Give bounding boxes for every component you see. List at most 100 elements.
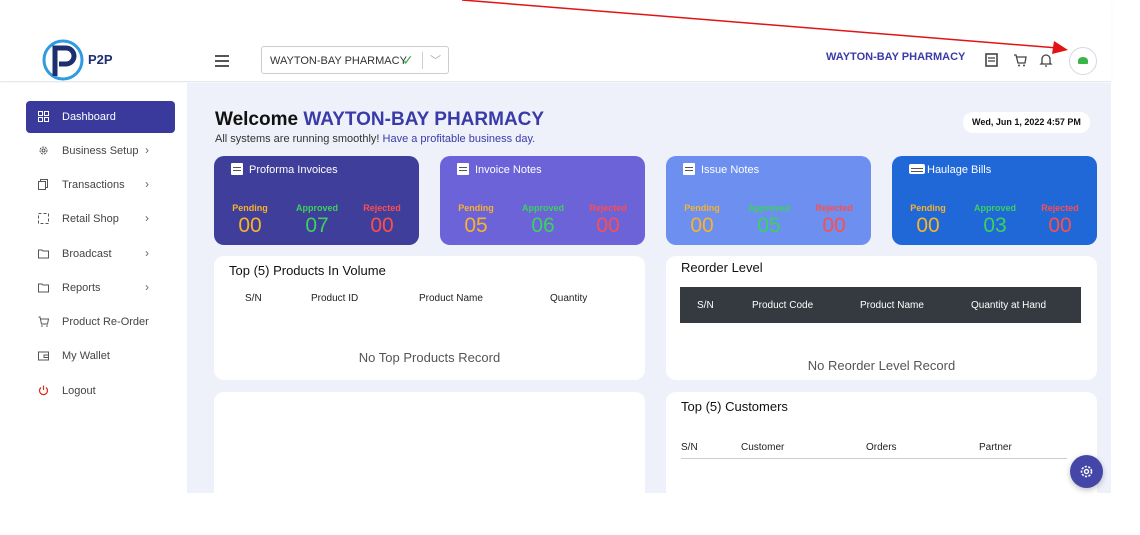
stat-label: Approved	[295, 203, 338, 213]
stat-pending: Pending 00	[672, 203, 732, 238]
stat-value: 00	[596, 214, 620, 237]
copy-icon	[38, 179, 48, 190]
panel-title: Top (5) Customers	[681, 399, 788, 414]
sidebar-item-reports[interactable]: Reports ›	[26, 272, 175, 304]
stat-value: 05	[464, 214, 488, 237]
sidebar-item-label: Retail Shop	[62, 213, 119, 225]
stat-value: 06	[531, 214, 555, 237]
sidebar-item-retail-shop[interactable]: Retail Shop ›	[26, 203, 175, 235]
sidebar-item-broadcast[interactable]: Broadcast ›	[26, 238, 175, 270]
bell-icon[interactable]	[1039, 53, 1053, 67]
gear-icon	[1080, 465, 1093, 478]
table-header: Product Name	[860, 300, 924, 311]
page-title: Welcome WAYTON-BAY PHARMACY	[215, 109, 544, 131]
sidebar-item-label: Business Setup	[62, 145, 139, 157]
stat-label: Rejected	[589, 203, 627, 213]
stat-rejected: Rejected 00	[578, 203, 638, 238]
stat-value: 03	[983, 214, 1007, 237]
sidebar-item-label: Dashboard	[62, 111, 116, 123]
table-header: Quantity	[550, 293, 588, 304]
reorder-table-header: S/N Product Code Product Name Quantity a…	[680, 287, 1081, 323]
sidebar-item-transactions[interactable]: Transactions ›	[26, 169, 175, 201]
main-content: Welcome WAYTON-BAY PHARMACY All systems …	[187, 83, 1111, 502]
empty-state: No Top Products Record	[358, 350, 501, 365]
sidebar-item-logout[interactable]: Logout	[26, 375, 175, 407]
branch-select[interactable]: WAYTON-BAY PHARMACY ✓ ﹀	[261, 46, 449, 74]
stat-value: 00	[1048, 214, 1072, 237]
user-avatar[interactable]	[1069, 47, 1097, 75]
logo-text: P2P	[88, 52, 113, 67]
folder-icon	[38, 283, 49, 293]
stat-pending: Pending 00	[220, 203, 280, 238]
truck-icon	[909, 164, 925, 174]
app-window: P2P WAYTON-BAY PHARMACY ✓ ﹀ WAYTON-BAY P…	[0, 0, 1140, 535]
chevron-down-icon[interactable]: ﹀	[430, 52, 441, 68]
stat-value: 00	[690, 214, 714, 237]
sidebar-item-label: Transactions	[62, 179, 125, 191]
sidebar-item-label: Broadcast	[62, 248, 112, 260]
top-header: P2P WAYTON-BAY PHARMACY ✓ ﹀ WAYTON-BAY P…	[0, 0, 1111, 82]
sidebar-item-business-setup[interactable]: Business Setup ›	[26, 135, 175, 167]
stat-label: Rejected	[363, 203, 401, 213]
sidebar-item-my-wallet[interactable]: My Wallet	[26, 340, 175, 372]
document-icon	[683, 163, 695, 175]
grid-icon	[38, 111, 49, 122]
header-company-name: WAYTON-BAY PHARMACY	[826, 51, 966, 63]
card-proforma-invoices[interactable]: Proforma Invoices Pending 00 Approved 07…	[214, 156, 419, 245]
list-icon[interactable]	[985, 53, 999, 67]
bracket-icon	[38, 213, 49, 224]
sidebar-item-product-reorder[interactable]: Product Re-Order	[26, 306, 175, 338]
table-header: Product ID	[311, 293, 359, 304]
stat-label: Pending	[458, 203, 494, 213]
top-customers-panel: Top (5) Customers S/N Customer Orders Pa…	[666, 392, 1097, 502]
cart-icon	[38, 316, 49, 327]
stat-approved: Approved 06	[513, 203, 573, 238]
card-title: Invoice Notes	[475, 164, 542, 176]
cart-icon[interactable]	[1013, 53, 1027, 67]
stat-label: Approved	[973, 203, 1016, 213]
sidebar: Dashboard Business Setup › Transactions …	[0, 83, 187, 493]
power-icon	[38, 385, 49, 396]
stat-approved: Approved 07	[287, 203, 347, 238]
p2p-logo[interactable]	[42, 38, 86, 82]
stat-label: Approved	[747, 203, 790, 213]
blank-panel	[214, 392, 645, 502]
card-issue-notes[interactable]: Issue Notes Pending 00 Approved 05 Rejec…	[666, 156, 871, 245]
chevron-right-icon: ›	[145, 211, 149, 225]
stat-label: Pending	[684, 203, 720, 213]
stat-approved: Approved 03	[965, 203, 1025, 238]
stat-value: 00	[916, 214, 940, 237]
stat-rejected: Rejected 00	[352, 203, 412, 238]
chevron-right-icon: ›	[145, 280, 149, 294]
table-header: Quantity at Hand	[971, 300, 1047, 311]
stat-value: 00	[370, 214, 394, 237]
card-title: Issue Notes	[701, 164, 760, 176]
top-products-panel: Top (5) Products In Volume S/N Product I…	[214, 256, 645, 380]
chevron-right-icon: ›	[145, 143, 149, 157]
datetime-badge: Wed, Jun 1, 2022 4:57 PM	[963, 112, 1090, 133]
stat-rejected: Rejected 00	[804, 203, 864, 238]
panel-title: Top (5) Products In Volume	[229, 263, 386, 278]
chevron-right-icon: ›	[145, 177, 149, 191]
document-icon	[457, 163, 469, 175]
sidebar-item-label: Reports	[62, 282, 101, 294]
folder-icon	[38, 249, 49, 259]
hamburger-menu-icon[interactable]	[215, 55, 229, 67]
stat-value: 00	[238, 214, 262, 237]
table-header: S/N	[245, 293, 262, 304]
card-title: Proforma Invoices	[249, 164, 338, 176]
stat-label: Rejected	[1041, 203, 1079, 213]
table-header: Partner	[979, 442, 1012, 453]
stat-approved: Approved 05	[739, 203, 799, 238]
table-header: Orders	[866, 442, 897, 453]
welcome-prefix: Welcome	[215, 109, 299, 130]
card-haulage-bills[interactable]: Haulage Bills Pending 00 Approved 03 Rej…	[892, 156, 1097, 245]
card-invoice-notes[interactable]: Invoice Notes Pending 05 Approved 06 Rej…	[440, 156, 645, 245]
sidebar-item-dashboard[interactable]: Dashboard	[26, 101, 175, 133]
stat-value: 07	[305, 214, 329, 237]
empty-state: No Reorder Level Record	[807, 358, 956, 373]
settings-fab-button[interactable]	[1070, 455, 1103, 488]
stat-pending: Pending 05	[446, 203, 506, 238]
stat-label: Approved	[521, 203, 564, 213]
table-divider	[681, 458, 1067, 459]
